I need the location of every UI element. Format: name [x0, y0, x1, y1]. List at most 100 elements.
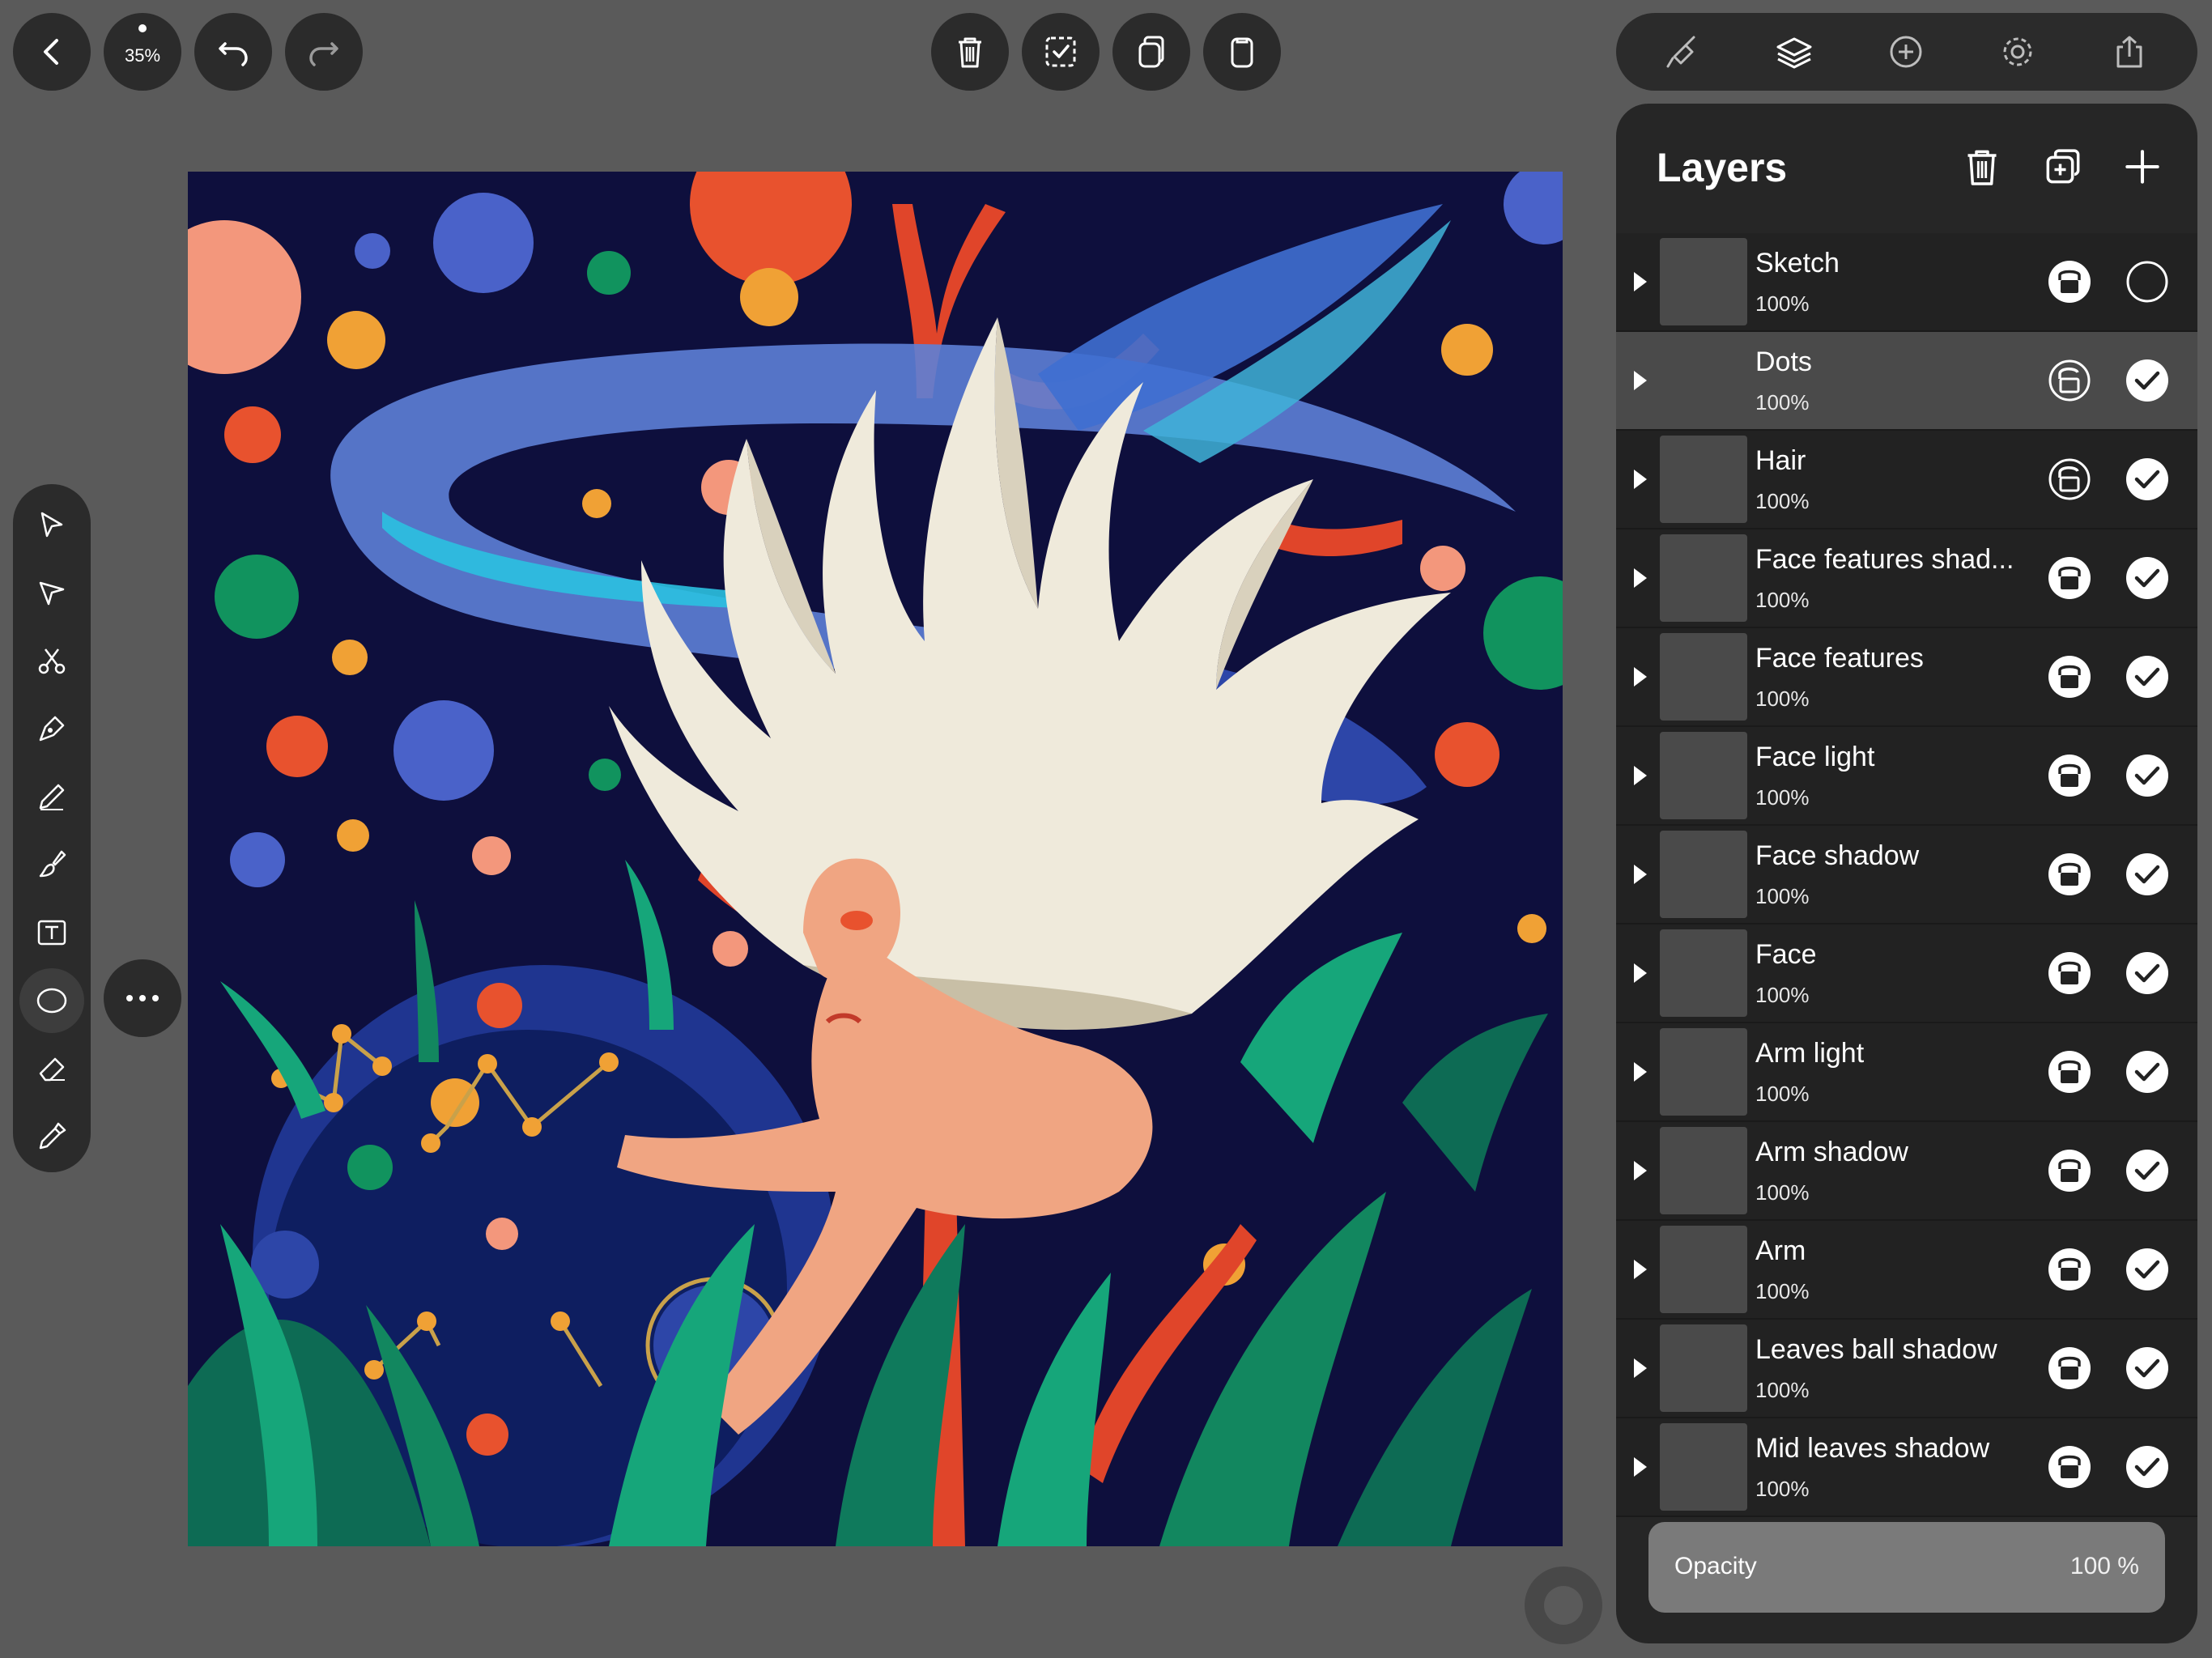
- pen-tool[interactable]: [19, 696, 84, 761]
- brush-icon: [39, 850, 66, 878]
- lock-icon[interactable]: [2047, 753, 2092, 798]
- layer-name: Leaves ball shadow: [1755, 1334, 1997, 1365]
- layer-name: Hair: [1755, 445, 1806, 476]
- layer-row[interactable]: Arm 100%: [1616, 1221, 2197, 1320]
- lock-icon[interactable]: [2047, 1148, 2092, 1193]
- visibility-check-icon[interactable]: [2125, 1049, 2170, 1095]
- plus-circle-icon[interactable]: [1887, 32, 1925, 71]
- expand-triangle-icon[interactable]: [1631, 567, 1650, 589]
- node-tool[interactable]: [19, 560, 84, 625]
- scissors-tool[interactable]: [19, 628, 84, 693]
- delete-layer-icon[interactable]: [1959, 144, 2005, 189]
- lock-icon[interactable]: [2047, 259, 2092, 304]
- select-tool[interactable]: [19, 492, 84, 557]
- opacity-slider[interactable]: Opacity 100 %: [1648, 1522, 2165, 1613]
- shape-tool[interactable]: [19, 968, 84, 1033]
- back-button[interactable]: [13, 13, 91, 91]
- undo-button[interactable]: [194, 13, 272, 91]
- lock-icon[interactable]: [2047, 852, 2092, 897]
- unlock-icon[interactable]: [2047, 457, 2092, 502]
- layer-row[interactable]: Face features shad... 100%: [1616, 529, 2197, 628]
- visibility-check-icon[interactable]: [2125, 1148, 2170, 1193]
- visibility-check-icon[interactable]: [2125, 358, 2170, 403]
- layer-name: Sketch: [1755, 248, 1840, 278]
- visibility-check-icon[interactable]: [2125, 1346, 2170, 1391]
- paste-button[interactable]: [1203, 13, 1281, 91]
- lock-icon[interactable]: [2047, 1049, 2092, 1095]
- zoom-button[interactable]: 35%: [104, 13, 181, 91]
- visibility-empty-icon[interactable]: [2125, 259, 2170, 304]
- layer-opacity: 100%: [1755, 1082, 1810, 1106]
- layer-name: Dots: [1755, 346, 1812, 377]
- layer-row[interactable]: Sketch 100%: [1616, 233, 2197, 332]
- layer-row[interactable]: Hair 100%: [1616, 431, 2197, 529]
- layers-icon[interactable]: [1775, 32, 1814, 71]
- redo-button[interactable]: [285, 13, 363, 91]
- layer-opacity: 100%: [1755, 687, 1810, 711]
- expand-triangle-icon[interactable]: [1631, 1258, 1650, 1281]
- expand-triangle-icon[interactable]: [1631, 1357, 1650, 1380]
- layer-name: Face shadow: [1755, 840, 1920, 871]
- expand-triangle-icon[interactable]: [1631, 270, 1650, 293]
- visibility-check-icon[interactable]: [2125, 457, 2170, 502]
- eyedropper-tool[interactable]: [19, 1104, 84, 1169]
- layer-row[interactable]: Face 100%: [1616, 925, 2197, 1023]
- expand-triangle-icon[interactable]: [1631, 468, 1650, 491]
- eraser-tool[interactable]: [19, 1036, 84, 1101]
- delete-button[interactable]: [931, 13, 1009, 91]
- lock-icon[interactable]: [2047, 1247, 2092, 1292]
- layer-opacity: 100%: [1755, 489, 1810, 513]
- expand-triangle-icon[interactable]: [1631, 1456, 1650, 1478]
- layer-row[interactable]: Mid leaves shadow 100%: [1616, 1418, 2197, 1517]
- canvas-scroll-handle[interactable]: [1525, 1567, 1602, 1644]
- lock-icon[interactable]: [2047, 654, 2092, 699]
- more-dots-icon: [126, 995, 159, 1001]
- lock-icon[interactable]: [2047, 1346, 2092, 1391]
- visibility-check-icon[interactable]: [2125, 555, 2170, 601]
- layer-row[interactable]: Face features 100%: [1616, 628, 2197, 727]
- selection-button[interactable]: [1022, 13, 1100, 91]
- brush-tool[interactable]: [19, 832, 84, 897]
- layer-row[interactable]: Face light 100%: [1616, 727, 2197, 826]
- duplicate-button[interactable]: [1112, 13, 1190, 91]
- layer-opacity: 100%: [1755, 983, 1810, 1007]
- opacity-label: Opacity: [1674, 1553, 1757, 1579]
- expand-triangle-icon[interactable]: [1631, 863, 1650, 886]
- unlock-icon[interactable]: [2047, 358, 2092, 403]
- visibility-check-icon[interactable]: [2125, 1444, 2170, 1490]
- layer-name: Arm light: [1755, 1038, 1865, 1069]
- brush-style-icon[interactable]: [1663, 32, 1702, 71]
- duplicate-layer-icon[interactable]: [2040, 144, 2086, 189]
- add-layer-icon[interactable]: [2120, 144, 2165, 189]
- layer-opacity: 100%: [1755, 390, 1810, 414]
- expand-triangle-icon[interactable]: [1631, 962, 1650, 984]
- layer-row[interactable]: Face shadow 100%: [1616, 826, 2197, 925]
- share-icon[interactable]: [2110, 32, 2149, 71]
- expand-triangle-icon[interactable]: [1631, 665, 1650, 688]
- expand-triangle-icon[interactable]: [1631, 369, 1650, 392]
- artwork-canvas[interactable]: [188, 172, 1563, 1546]
- expand-triangle-icon[interactable]: [1631, 1061, 1650, 1083]
- visibility-check-icon[interactable]: [2125, 1247, 2170, 1292]
- visibility-check-icon[interactable]: [2125, 753, 2170, 798]
- visibility-check-icon[interactable]: [2125, 654, 2170, 699]
- lock-icon[interactable]: [2047, 555, 2092, 601]
- eyedropper-icon: [39, 1122, 66, 1150]
- lock-icon[interactable]: [2047, 1444, 2092, 1490]
- pencil-tool[interactable]: [19, 764, 84, 829]
- visibility-check-icon[interactable]: [2125, 950, 2170, 996]
- gear-icon[interactable]: [1998, 32, 2037, 71]
- visibility-check-icon[interactable]: [2125, 852, 2170, 897]
- text-tool[interactable]: [19, 900, 84, 965]
- layers-panel-title: Layers: [1657, 145, 1788, 190]
- layer-opacity: 100%: [1755, 785, 1810, 810]
- layers-list: Sketch 100% Dots 100% Hair 100% Face features …: [1616, 233, 2197, 1517]
- lock-icon[interactable]: [2047, 950, 2092, 996]
- layer-row[interactable]: Arm shadow 100%: [1616, 1122, 2197, 1221]
- expand-triangle-icon[interactable]: [1631, 764, 1650, 787]
- tool-options-button[interactable]: [104, 959, 181, 1037]
- layer-row[interactable]: Arm light 100%: [1616, 1023, 2197, 1122]
- layer-row[interactable]: Leaves ball shadow 100%: [1616, 1320, 2197, 1418]
- layer-row[interactable]: Dots 100%: [1616, 332, 2197, 431]
- expand-triangle-icon[interactable]: [1631, 1159, 1650, 1182]
